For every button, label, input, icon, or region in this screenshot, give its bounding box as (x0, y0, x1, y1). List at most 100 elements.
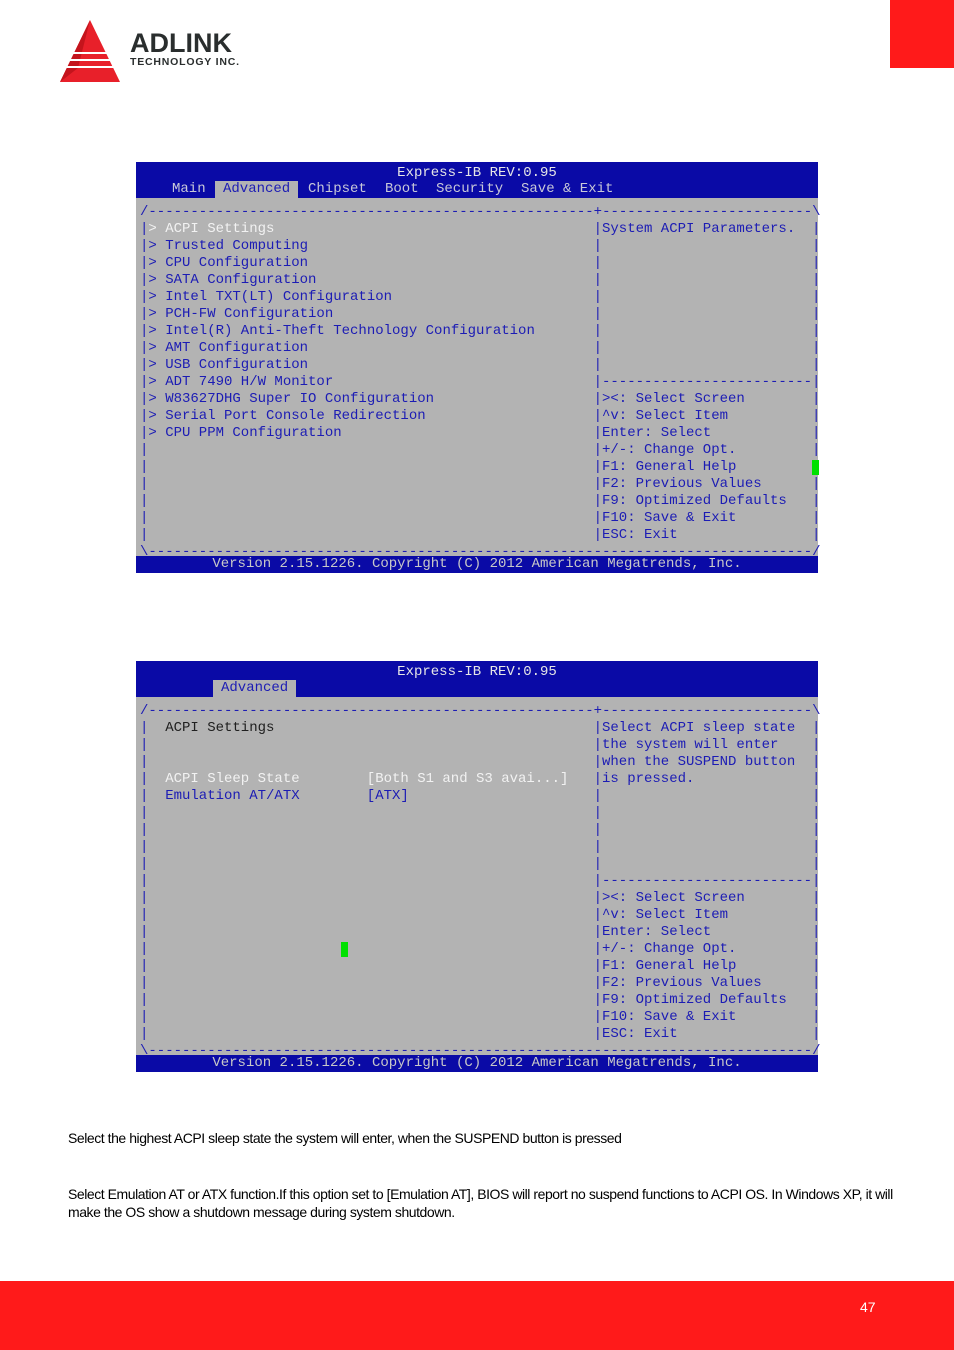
key-hint: |+/-: Change Opt. (593, 442, 737, 458)
left-border: | (140, 527, 149, 543)
right-border: | (812, 391, 821, 407)
right-border: | (812, 527, 821, 543)
left-border: | (140, 357, 149, 373)
right-border: | (812, 408, 821, 424)
menu-item[interactable]: > ACPI Settings (148, 221, 274, 238)
key-hint: |ESC: Exit (593, 1026, 678, 1042)
bios-header-bar: Express-IB REV:0.95 Advanced (136, 661, 818, 697)
left-border: | (140, 272, 149, 288)
right-border: | (812, 839, 821, 855)
bios-row: | | | (140, 839, 820, 856)
bios-row: | | > Trusted Computing | (140, 238, 820, 255)
bios-row: | | |F10: Save & Exit (140, 1009, 820, 1026)
tab-advanced[interactable]: Advanced (213, 680, 297, 697)
right-border: | (812, 289, 821, 305)
right-border: | (812, 856, 821, 872)
menu-item[interactable]: > Trusted Computing (148, 238, 308, 255)
border-line: /---------------------------------------… (140, 703, 821, 719)
menu-item[interactable]: > AMT Configuration (148, 340, 308, 357)
left-border: | (140, 493, 149, 509)
left-border: | (140, 1009, 149, 1025)
left-border: | (140, 805, 149, 821)
tab-save-exit[interactable]: Save & Exit (513, 181, 621, 198)
bios-row: | | |Enter: Select (140, 924, 820, 941)
bios-title: Express-IB REV:0.95 (397, 664, 557, 680)
right-border: | (812, 238, 821, 254)
left-border: | (140, 873, 149, 889)
emulation-description: Select Emulation AT or ATX function.If t… (68, 1186, 893, 1220)
left-border: | (140, 754, 149, 770)
menu-item[interactable]: > Intel(R) Anti-Theft Technology Configu… (148, 323, 534, 340)
tab-boot[interactable]: Boot (377, 181, 427, 198)
text-cursor (341, 942, 348, 957)
right-border: | (812, 890, 821, 906)
bios-row: | | |F2: Previous Values (140, 975, 820, 992)
bios-row: | | > W83627DHG Super IO Configuration |><:… (140, 391, 820, 408)
key-hint: |F10: Save & Exit (593, 510, 737, 526)
right-border: | (812, 476, 821, 492)
tab-chipset[interactable]: Chipset (300, 181, 375, 198)
help-divider: |------------------------- (593, 374, 813, 390)
left-border: | (140, 442, 149, 458)
left-border: | (140, 720, 149, 736)
bios-screen-acpi-settings: Express-IB REV:0.95 Advanced /------------… (136, 661, 821, 1072)
help-text: |is pressed. (593, 771, 695, 787)
left-border: | (140, 391, 149, 407)
bios-row: | | | (140, 856, 820, 873)
tab-advanced[interactable]: Advanced (215, 181, 299, 198)
tab-security[interactable]: Security (428, 181, 511, 198)
left-border: | (140, 459, 149, 475)
bios-row: | | > PCH-FW Configuration | (140, 306, 820, 323)
menu-item[interactable]: > CPU Configuration (148, 255, 308, 272)
menu-item[interactable]: > ADT 7490 H/W Monitor (148, 374, 333, 391)
right-border: | (812, 374, 821, 390)
right-border: | (812, 442, 821, 458)
help-text: | (593, 289, 602, 305)
left-border: | (140, 323, 149, 339)
left-border: | (140, 737, 149, 753)
right-border: | (812, 822, 821, 838)
bios-row: | | > ADT 7490 H/W Monitor |---------------… (140, 374, 820, 391)
help-text: | (593, 788, 602, 804)
right-border: | (812, 737, 821, 753)
tab-main[interactable]: Main (164, 181, 214, 198)
right-border: | (812, 221, 821, 237)
menu-item[interactable]: > CPU PPM Configuration (148, 425, 341, 442)
bios-screen-advanced: Express-IB REV:0.95 Main Advanced Chipset Bo… (136, 162, 821, 573)
logo-subtext: TECHNOLOGY INC. (130, 56, 240, 68)
bios-row: | | |F10: Save & Exit (140, 510, 820, 527)
menu-item[interactable]: > W83627DHG Super IO Configuration (148, 391, 434, 408)
menu-item[interactable]: > PCH-FW Configuration (148, 306, 333, 323)
right-border: | (812, 754, 821, 770)
border-line: /---------------------------------------… (140, 204, 821, 220)
bios-row: | | > Serial Port Console Redirection |^v: … (140, 408, 820, 425)
setting-value[interactable]: [Both S1 and S3 avai...] (367, 771, 569, 788)
bios-row: | | > Intel TXT(LT) Configuration | (140, 289, 820, 306)
left-border: | (140, 221, 149, 237)
setting-label[interactable]: ACPI Sleep State (148, 771, 299, 788)
left-border: | (140, 425, 149, 441)
help-text: |System ACPI Parameters. (593, 221, 796, 237)
help-text: | (593, 255, 602, 271)
logo-wordmark: ADLINK (130, 28, 232, 58)
left-border: | (140, 1026, 149, 1042)
adlink-logo: ADLINK TECHNOLOGY INC. (58, 18, 270, 86)
setting-label[interactable]: Emulation AT/ATX (148, 788, 299, 805)
menu-item[interactable]: > USB Configuration (148, 357, 308, 374)
key-hint: |^v: Select Item (593, 907, 729, 923)
menu-item[interactable]: > SATA Configuration (148, 272, 316, 289)
bios-row: | | > USB Configuration | (140, 357, 820, 374)
key-hint: |ESC: Exit (593, 527, 678, 543)
setting-value[interactable]: [ATX] (367, 788, 409, 805)
menu-item[interactable]: > Intel TXT(LT) Configuration (148, 289, 392, 306)
right-border: | (812, 873, 821, 889)
key-hint: |><: Select Screen (593, 391, 745, 407)
left-border: | (140, 941, 149, 957)
left-border: | (140, 907, 149, 923)
menu-item[interactable]: > Serial Port Console Redirection (148, 408, 425, 425)
bios-header-bar: Express-IB REV:0.95 Main Advanced Chipset Bo… (136, 162, 818, 198)
bios-row: | | | (140, 805, 820, 822)
bios-row: | | |when the SUSPEND button (140, 754, 820, 771)
bios-row: | | > Intel(R) Anti-Theft Technology Confi… (140, 323, 820, 340)
left-border: | (140, 771, 149, 787)
